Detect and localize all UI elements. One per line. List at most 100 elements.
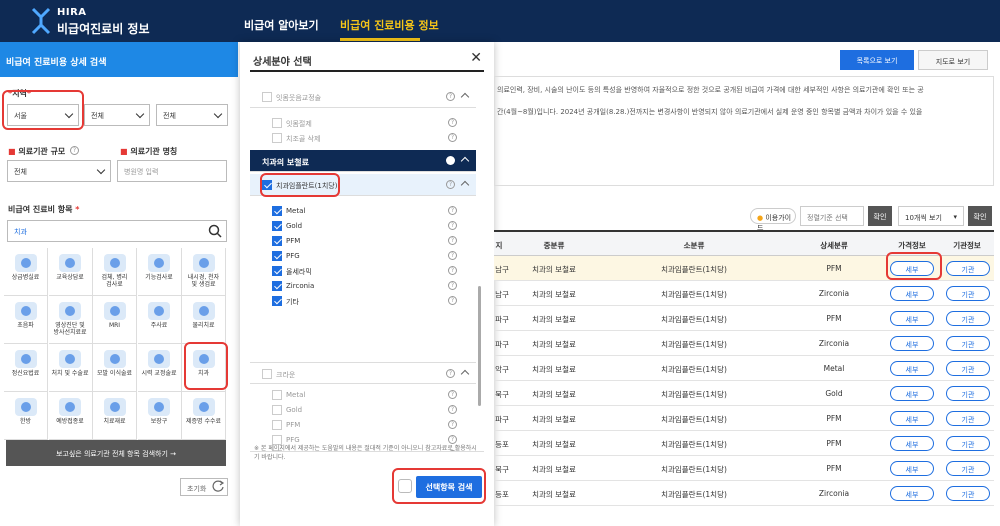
category-item[interactable]: 모발 이식술료 bbox=[93, 344, 137, 392]
region-dong-select[interactable]: 전체 bbox=[156, 104, 228, 126]
checkbox[interactable] bbox=[272, 390, 282, 400]
help-icon[interactable]: ? bbox=[70, 146, 79, 155]
reset-icon[interactable] bbox=[212, 480, 225, 493]
org-button[interactable]: 기관 bbox=[946, 311, 990, 326]
nav-cost-info[interactable]: 비급여 진료비용 정보 bbox=[340, 17, 439, 33]
category-item[interactable]: 제증명 수수료 bbox=[182, 392, 226, 440]
tree-item[interactable]: 기타 bbox=[286, 297, 299, 307]
checkbox[interactable] bbox=[272, 118, 282, 128]
org-button[interactable]: 기관 bbox=[946, 461, 990, 476]
help-icon[interactable]: ? bbox=[448, 133, 457, 142]
org-button[interactable]: 기관 bbox=[946, 436, 990, 451]
category-item[interactable]: 보장구 bbox=[137, 392, 182, 440]
sort-select[interactable]: 정렬기준 선택 bbox=[800, 206, 864, 226]
sort-confirm-button[interactable]: 확인 bbox=[868, 206, 892, 226]
detail-button[interactable]: 세부 bbox=[890, 386, 934, 401]
help-icon[interactable]: ? bbox=[448, 206, 457, 215]
page-size-confirm-button[interactable]: 확인 bbox=[968, 206, 992, 226]
org-button[interactable]: 기관 bbox=[946, 261, 990, 276]
checkbox[interactable] bbox=[272, 420, 282, 430]
tree-item[interactable]: Gold bbox=[286, 222, 302, 230]
tree-group-gum[interactable]: 잇몸웃음교정술 ? bbox=[250, 86, 476, 108]
tree-item[interactable]: Metal bbox=[286, 391, 305, 399]
help-icon[interactable]: ? bbox=[448, 236, 457, 245]
checkbox[interactable] bbox=[272, 221, 282, 231]
tree-item[interactable]: PFM bbox=[286, 421, 300, 429]
category-item[interactable]: 상급병실료 bbox=[4, 248, 48, 296]
detail-button[interactable]: 세부 bbox=[890, 286, 934, 301]
detail-button[interactable]: 세부 bbox=[890, 311, 934, 326]
org-button[interactable]: 기관 bbox=[946, 386, 990, 401]
tree-item[interactable]: 치조골 삭제 bbox=[286, 134, 320, 144]
help-icon[interactable]: ? bbox=[448, 420, 457, 429]
checkbox[interactable] bbox=[272, 296, 282, 306]
category-item[interactable]: MRI bbox=[93, 296, 137, 344]
category-item[interactable]: 시력 교정술료 bbox=[137, 344, 182, 392]
chevron-up-icon[interactable] bbox=[460, 369, 470, 379]
checkbox[interactable] bbox=[272, 236, 282, 246]
checkbox[interactable] bbox=[272, 133, 282, 143]
category-item[interactable]: 물리치료 bbox=[182, 296, 226, 344]
category-item[interactable]: 한방 bbox=[4, 392, 48, 440]
category-item[interactable]: 검체, 병리 검사료 bbox=[93, 248, 137, 296]
org-button[interactable]: 기관 bbox=[946, 486, 990, 501]
tree-item[interactable]: 올세라믹 bbox=[286, 267, 312, 277]
tree-item[interactable]: Metal bbox=[286, 207, 305, 215]
help-icon[interactable]: ? bbox=[448, 251, 457, 260]
category-item[interactable]: 내시경, 천자 및 생검료 bbox=[182, 248, 226, 296]
chevron-up-icon[interactable] bbox=[460, 180, 470, 190]
tree-item[interactable]: Gold bbox=[286, 406, 302, 414]
category-item[interactable]: 예방접종료 bbox=[48, 392, 93, 440]
help-icon[interactable]: ? bbox=[448, 390, 457, 399]
nav-about[interactable]: 비급여 알아보기 bbox=[244, 17, 319, 33]
checkbox[interactable] bbox=[262, 369, 272, 379]
info-icon[interactable] bbox=[446, 156, 455, 165]
org-button[interactable]: 기관 bbox=[946, 286, 990, 301]
detail-button[interactable]: 세부 bbox=[890, 411, 934, 426]
close-icon[interactable]: ✕ bbox=[470, 50, 482, 66]
map-view-button[interactable]: 지도로 보기 bbox=[918, 50, 988, 70]
category-item[interactable]: 처치 및 수술료 bbox=[48, 344, 93, 392]
tree-item[interactable]: PFM bbox=[286, 237, 300, 245]
detail-button[interactable]: 세부 bbox=[890, 361, 934, 376]
search-all-button[interactable]: 보고싶은 의료기관 전체 항목 검색하기 → bbox=[6, 440, 226, 466]
help-icon[interactable]: ? bbox=[448, 405, 457, 414]
detail-button[interactable]: 세부 bbox=[890, 461, 934, 476]
scale-select[interactable]: 전체 bbox=[7, 160, 111, 182]
detail-button[interactable]: 세부 bbox=[890, 486, 934, 501]
checkbox[interactable] bbox=[272, 251, 282, 261]
help-icon[interactable]: ? bbox=[448, 296, 457, 305]
help-icon[interactable]: ? bbox=[446, 180, 455, 189]
help-icon[interactable]: ? bbox=[446, 92, 455, 101]
category-item[interactable]: 주사료 bbox=[137, 296, 182, 344]
hospital-name-input[interactable]: 병원명 입력 bbox=[117, 160, 227, 182]
search-icon[interactable] bbox=[208, 224, 222, 238]
category-item[interactable]: 치료재료 bbox=[93, 392, 137, 440]
help-icon[interactable]: ? bbox=[448, 118, 457, 127]
list-view-button[interactable]: 목록으로 보기 bbox=[840, 50, 914, 70]
tree-item[interactable]: 잇몸절제 bbox=[286, 119, 312, 129]
tree-group-prosthetics[interactable]: 치과의 보철료 bbox=[250, 150, 476, 172]
category-item[interactable]: 교육상담료 bbox=[48, 248, 93, 296]
page-size-select[interactable]: 10개씩 보기 ▾ bbox=[898, 206, 964, 226]
items-search-input[interactable]: 치과 bbox=[7, 220, 227, 242]
org-button[interactable]: 기관 bbox=[946, 361, 990, 376]
region-district-select[interactable]: 전체 bbox=[84, 104, 150, 126]
chevron-up-icon[interactable] bbox=[460, 156, 470, 166]
checkbox[interactable] bbox=[262, 92, 272, 102]
modal-scrollbar[interactable] bbox=[478, 286, 481, 406]
detail-button[interactable]: 세부 bbox=[890, 436, 934, 451]
help-icon[interactable]: ? bbox=[448, 266, 457, 275]
checkbox[interactable] bbox=[272, 206, 282, 216]
chevron-up-icon[interactable] bbox=[460, 92, 470, 102]
tree-item[interactable]: Zirconia bbox=[286, 282, 314, 290]
detail-button[interactable]: 세부 bbox=[890, 336, 934, 351]
org-button[interactable]: 기관 bbox=[946, 336, 990, 351]
category-item[interactable]: 정신요법료 bbox=[4, 344, 48, 392]
tree-item[interactable]: PFG bbox=[286, 436, 300, 444]
help-icon[interactable]: ? bbox=[448, 221, 457, 230]
checkbox[interactable] bbox=[272, 266, 282, 276]
category-item[interactable]: 기능검사료 bbox=[137, 248, 182, 296]
help-icon[interactable]: ? bbox=[446, 369, 455, 378]
usage-guide-button[interactable]: ● 이용가이드 bbox=[750, 208, 796, 232]
